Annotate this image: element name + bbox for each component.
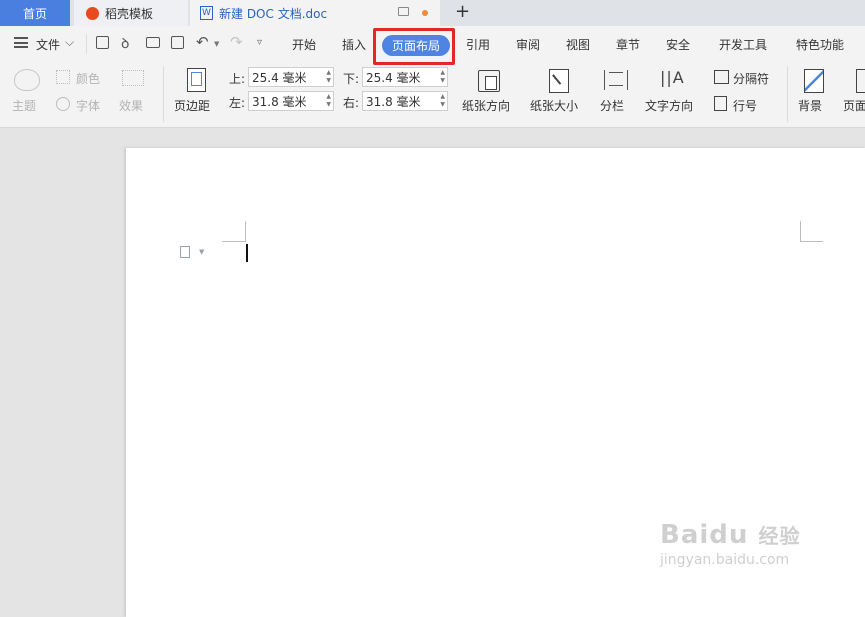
tab-document[interactable]: W 新建 DOC 文档.doc: [190, 0, 440, 26]
orientation-icon[interactable]: [478, 70, 500, 92]
columns-button[interactable]: 分栏: [600, 97, 624, 114]
columns-icon[interactable]: [604, 70, 628, 90]
print-preview-icon[interactable]: [171, 36, 184, 49]
effect-icon[interactable]: [122, 70, 144, 86]
left-margin-label: 左:: [229, 96, 246, 110]
right-margin-label: 右:: [343, 96, 360, 110]
spin-arrows-icon[interactable]: ▲ ▼: [326, 69, 331, 85]
margins-button[interactable]: 页边距: [174, 97, 210, 114]
bottom-margin-label: 下:: [343, 72, 360, 86]
margin-corner-top-right: [800, 221, 823, 242]
breaks-icon[interactable]: [714, 70, 729, 84]
tab-document-label: 新建 DOC 文档.doc: [219, 6, 328, 21]
background-button[interactable]: 背景: [798, 97, 822, 114]
baidu-watermark: Baidu 经验 jingyan.baidu.com: [660, 520, 800, 568]
breaks-button[interactable]: 分隔符: [733, 70, 769, 87]
page-border-button[interactable]: 页面: [843, 97, 865, 114]
undo-dropdown-icon[interactable]: ▼: [214, 40, 219, 48]
tab-home-label: 首页: [22, 6, 47, 21]
docer-logo-icon: [86, 6, 99, 20]
effect-button[interactable]: 效果: [119, 97, 143, 114]
redo-icon[interactable]: ↷: [230, 33, 243, 51]
undo-icon[interactable]: ↶: [196, 33, 209, 51]
unsaved-dot-icon: [422, 10, 428, 16]
new-tab-button[interactable]: +: [455, 1, 470, 22]
color-button[interactable]: 颜色: [76, 70, 100, 87]
menu-tab-view[interactable]: 视图: [566, 36, 590, 53]
menu-tab-insert[interactable]: 插入: [342, 36, 366, 53]
menu-tab-review[interactable]: 审阅: [516, 36, 540, 53]
bottom-margin-value: 25.4 毫米: [366, 70, 421, 85]
watermark-brand: Baidu: [660, 520, 749, 550]
text-direction-button[interactable]: 文字方向: [645, 97, 693, 114]
margin-corner-top-left: [222, 221, 246, 242]
divider: [86, 34, 87, 54]
spin-arrows-icon[interactable]: ▲ ▼: [440, 93, 445, 109]
customize-icon[interactable]: ▿: [257, 37, 262, 48]
menu-tab-section[interactable]: 章节: [616, 36, 640, 53]
save-icon[interactable]: [96, 36, 109, 49]
color-icon[interactable]: [56, 70, 70, 84]
menu-tab-references[interactable]: 引用: [466, 36, 490, 53]
page-border-icon[interactable]: [856, 69, 865, 93]
tab-template-label: 稻壳模板: [105, 6, 154, 21]
right-margin-value: 31.8 毫米: [366, 94, 421, 109]
paragraph-dropdown-icon[interactable]: ▼: [199, 248, 204, 256]
monitor-icon[interactable]: [398, 7, 409, 16]
font-theme-button[interactable]: 字体: [76, 97, 100, 114]
top-margin-input[interactable]: 25.4 毫米 ▲ ▼: [248, 67, 334, 87]
right-margin-input[interactable]: 31.8 毫米 ▲ ▼: [362, 91, 448, 111]
left-margin-input[interactable]: 31.8 毫米 ▲ ▼: [248, 91, 334, 111]
top-margin-value: 25.4 毫米: [252, 70, 307, 85]
highlight-box: [373, 28, 455, 65]
menu-icon[interactable]: [14, 37, 28, 48]
spin-arrows-icon[interactable]: ▲ ▼: [440, 69, 445, 85]
menu-tab-security[interactable]: 安全: [666, 36, 690, 53]
paragraph-layout-icon[interactable]: [180, 246, 190, 258]
menu-tab-developer[interactable]: 开发工具: [719, 36, 767, 53]
background-icon[interactable]: [804, 69, 824, 93]
word-doc-icon: W: [200, 6, 213, 20]
format-painter-icon[interactable]: ꝺ: [121, 34, 129, 53]
bottom-margin-input[interactable]: 25.4 毫米 ▲ ▼: [362, 67, 448, 87]
paper-size-button[interactable]: 纸张大小: [530, 97, 578, 114]
tab-template[interactable]: 稻壳模板: [74, 0, 188, 26]
top-margin-label: 上:: [229, 72, 246, 86]
menu-tab-features[interactable]: 特色功能: [796, 36, 844, 53]
file-menu[interactable]: 文件: [36, 36, 60, 53]
font-theme-icon[interactable]: [56, 97, 70, 111]
orientation-button[interactable]: 纸张方向: [462, 97, 510, 114]
theme-icon[interactable]: [14, 69, 40, 91]
left-margin-value: 31.8 毫米: [252, 94, 307, 109]
paper-size-icon[interactable]: [549, 69, 569, 93]
tab-home[interactable]: 首页: [0, 0, 70, 26]
watermark-brand-cn: 经验: [758, 524, 801, 548]
line-number-icon[interactable]: [714, 96, 727, 111]
divider: [163, 66, 164, 122]
spin-arrows-icon[interactable]: ▲ ▼: [326, 93, 331, 109]
watermark-url: jingyan.baidu.com: [660, 552, 790, 568]
theme-button[interactable]: 主题: [12, 97, 36, 114]
margins-icon[interactable]: [187, 68, 206, 92]
divider: [787, 66, 788, 122]
text-direction-icon[interactable]: ||A: [660, 68, 685, 87]
print-icon[interactable]: [146, 37, 160, 48]
line-number-button[interactable]: 行号: [733, 97, 757, 114]
menu-tab-home[interactable]: 开始: [292, 36, 316, 53]
chevron-down-icon[interactable]: ⌵: [65, 35, 74, 50]
text-cursor: [246, 244, 248, 262]
